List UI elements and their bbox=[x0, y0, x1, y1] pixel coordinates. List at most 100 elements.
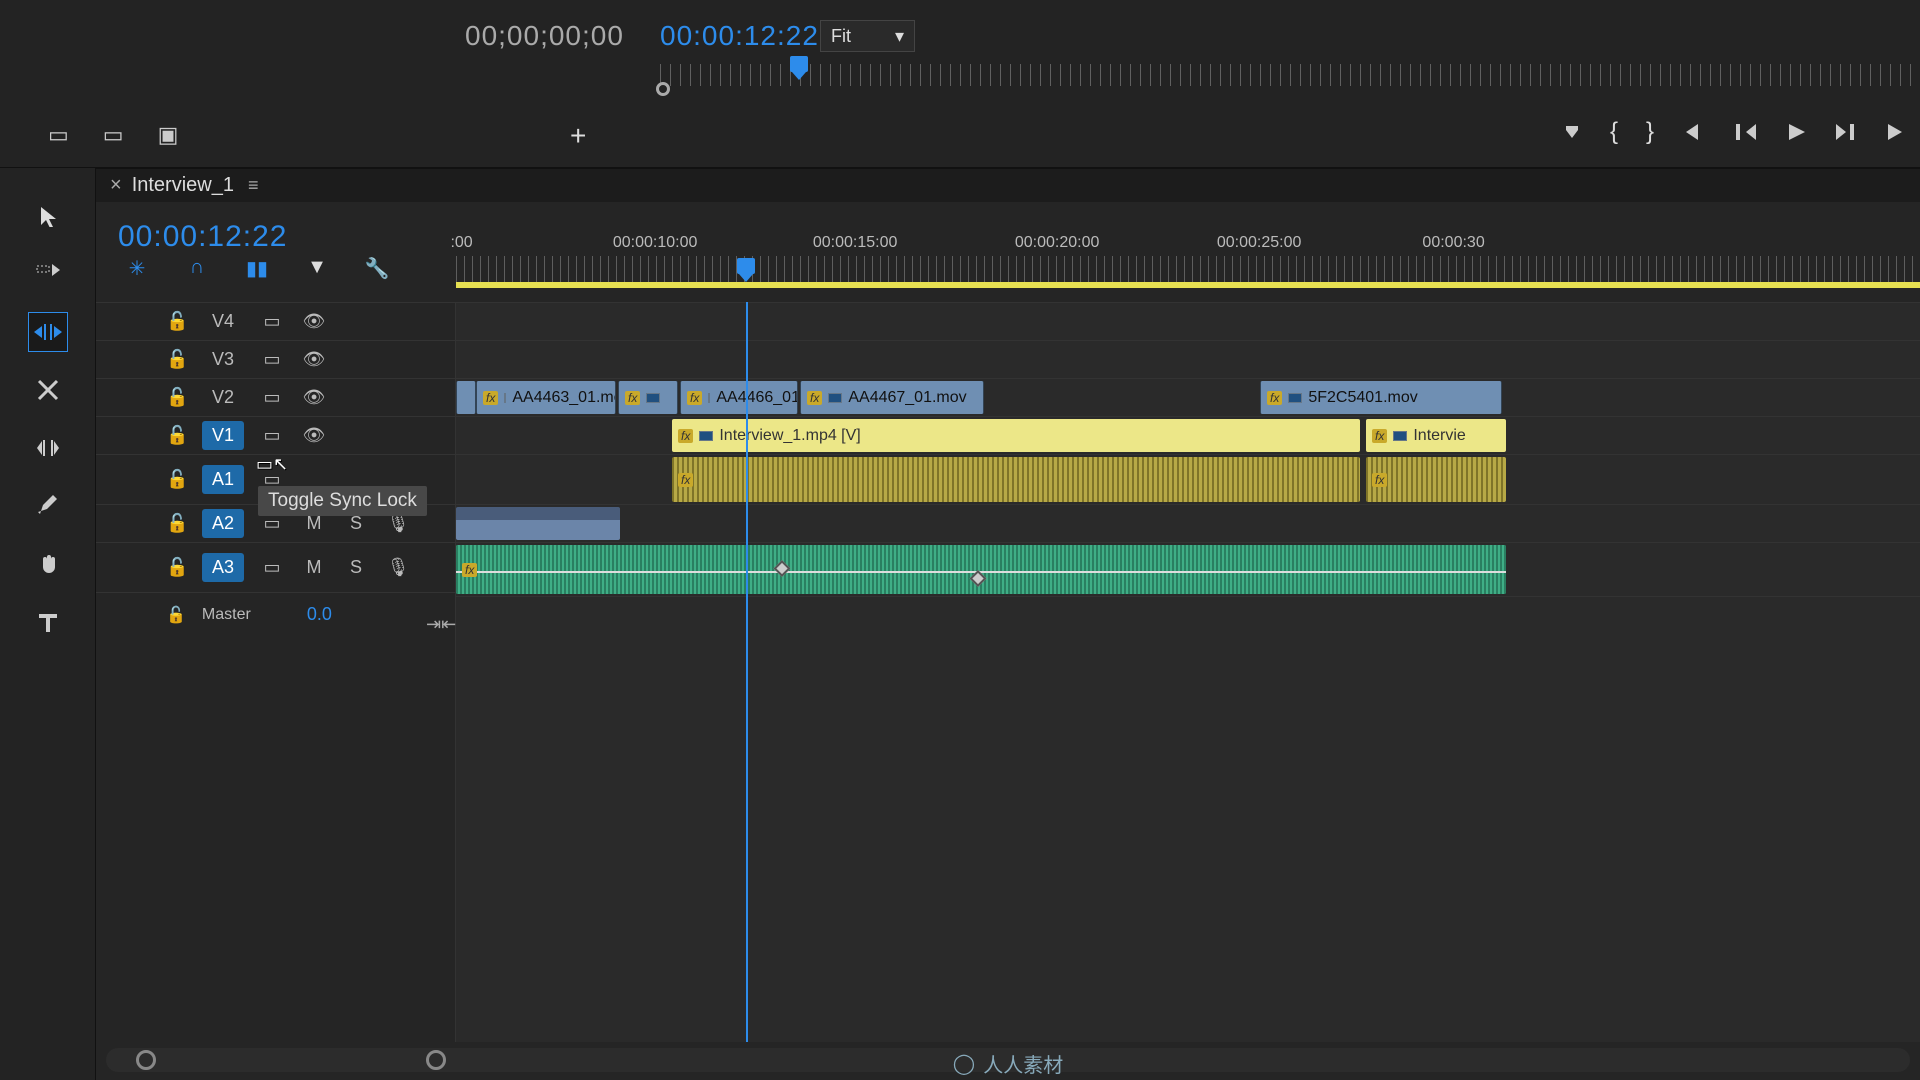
playhead-marker[interactable] bbox=[737, 258, 755, 274]
lock-icon[interactable]: 🔓 bbox=[166, 349, 188, 370]
pen-tool[interactable] bbox=[28, 486, 68, 526]
play-icon[interactable] bbox=[1786, 122, 1806, 142]
zoom-fit-dropdown[interactable]: Fit ▾ bbox=[820, 20, 915, 52]
snap-icon[interactable]: ✳ bbox=[122, 256, 152, 281]
lock-icon[interactable]: 🔓 bbox=[166, 387, 188, 408]
mute-button[interactable]: M bbox=[300, 557, 328, 578]
mute-button[interactable]: M bbox=[300, 513, 328, 534]
time-ruler[interactable]: :00 00:00:10:00 00:00:15:00 00:00:20:00 … bbox=[456, 234, 1920, 304]
lane-v4[interactable] bbox=[456, 302, 1920, 340]
go-to-in-icon[interactable] bbox=[1682, 122, 1706, 142]
video-clip[interactable]: fx AA4467_01.mov bbox=[800, 381, 984, 414]
ripple-edit-tool[interactable] bbox=[28, 312, 68, 352]
track-name[interactable]: V3 bbox=[202, 345, 244, 374]
video-clip[interactable]: fx Intervie bbox=[1366, 419, 1506, 452]
sync-lock-icon[interactable]: ▭ bbox=[258, 387, 286, 408]
collapse-tracks-icon[interactable]: ⇥⇤ bbox=[426, 614, 456, 635]
video-clip[interactable]: fx bbox=[618, 381, 678, 414]
lane-v3[interactable] bbox=[456, 340, 1920, 378]
track-a3-header[interactable]: 🔓 A3 ▭ M S 🎙 bbox=[96, 542, 455, 592]
lane-a3[interactable]: fx bbox=[456, 542, 1920, 596]
lock-icon[interactable]: 🔓 bbox=[166, 513, 188, 534]
timeline-timecode[interactable]: 00:00:12:22 bbox=[118, 220, 287, 254]
linked-selection-icon[interactable]: ∩ bbox=[182, 256, 212, 281]
lane-master[interactable] bbox=[456, 596, 1920, 640]
video-clip[interactable]: fx AA4463_01.mo bbox=[476, 381, 616, 414]
track-name[interactable]: V1 bbox=[202, 421, 244, 450]
go-to-out-icon[interactable] bbox=[1886, 122, 1910, 142]
out-bracket-icon[interactable]: } bbox=[1646, 118, 1654, 146]
track-v4-header[interactable]: 🔓 V4 ▭ 👁 bbox=[96, 302, 455, 340]
add-marker-button[interactable]: + bbox=[570, 120, 586, 152]
sequence-name[interactable]: Interview_1 bbox=[132, 174, 234, 197]
lock-icon[interactable]: 🔓 bbox=[166, 469, 188, 490]
add-marker-icon[interactable]: ▮▮ bbox=[242, 256, 272, 281]
step-back-icon[interactable] bbox=[1734, 122, 1758, 142]
lane-v1[interactable]: fx Interview_1.mp4 [V] fx Intervie bbox=[456, 416, 1920, 454]
lane-v2[interactable]: fx AA4463_01.mo fx fx AA4466_01. fx bbox=[456, 378, 1920, 416]
track-name[interactable]: A1 bbox=[202, 465, 244, 494]
slip-tool[interactable] bbox=[28, 428, 68, 468]
timeline-header: 00:00:12:22 ✳ ∩ ▮▮ ▼ 🔧 :00 00:00:10:00 0… bbox=[96, 202, 1920, 302]
selection-tool[interactable] bbox=[28, 196, 68, 236]
mark-in-icon[interactable] bbox=[1562, 122, 1582, 142]
lock-icon[interactable]: 🔓 bbox=[166, 425, 188, 446]
program-zoom-handle[interactable] bbox=[656, 82, 670, 96]
track-v2-header[interactable]: 🔓 V2 ▭ 👁 bbox=[96, 378, 455, 416]
audio-clip[interactable]: fx bbox=[1366, 457, 1506, 502]
video-clip[interactable]: fx 5F2C5401.mov bbox=[1260, 381, 1502, 414]
razor-tool[interactable] bbox=[28, 370, 68, 410]
sync-lock-icon[interactable]: ▭ bbox=[258, 311, 286, 332]
sync-lock-icon[interactable]: ▭ bbox=[258, 349, 286, 370]
export-frame-icon[interactable]: ▣ bbox=[158, 122, 179, 148]
video-clip[interactable]: fx AA4466_01. bbox=[680, 381, 798, 414]
track-name[interactable]: V2 bbox=[202, 383, 244, 412]
track-v3-header[interactable]: 🔓 V3 ▭ 👁 bbox=[96, 340, 455, 378]
master-volume[interactable]: 0.0 bbox=[307, 604, 332, 625]
audio-clip[interactable] bbox=[456, 507, 620, 540]
track-name[interactable]: V4 bbox=[202, 307, 244, 336]
master-track-header[interactable]: 🔓 Master 0.0 bbox=[96, 592, 455, 636]
program-zoom-ruler[interactable] bbox=[660, 64, 1920, 86]
panel-menu-icon[interactable]: ≡ bbox=[248, 175, 259, 196]
solo-button[interactable]: S bbox=[342, 557, 370, 578]
sync-lock-icon[interactable]: ▭ bbox=[258, 557, 286, 578]
track-name[interactable]: A2 bbox=[202, 509, 244, 538]
solo-button[interactable]: S bbox=[342, 513, 370, 534]
scroll-handle-left[interactable] bbox=[136, 1050, 156, 1070]
track-name[interactable]: A3 bbox=[202, 553, 244, 582]
work-area-bar[interactable] bbox=[456, 282, 1920, 288]
track-v1-header[interactable]: 🔓 V1 ▭ 👁 bbox=[96, 416, 455, 454]
scroll-handle-right[interactable] bbox=[426, 1050, 446, 1070]
lock-icon[interactable]: 🔓 bbox=[166, 557, 188, 578]
track-content[interactable]: fx AA4463_01.mo fx fx AA4466_01. fx bbox=[456, 302, 1920, 1042]
step-fwd-icon[interactable] bbox=[1834, 122, 1858, 142]
eye-icon[interactable]: 👁 bbox=[300, 425, 328, 446]
in-bracket-icon[interactable]: { bbox=[1610, 118, 1618, 146]
voiceover-icon[interactable]: 🎙 bbox=[384, 557, 412, 578]
settings-icon[interactable]: 🔧 bbox=[362, 256, 392, 281]
voiceover-icon[interactable]: 🎙 bbox=[384, 513, 412, 534]
eye-icon[interactable]: 👁 bbox=[300, 311, 328, 332]
audio-clip[interactable]: fx bbox=[456, 545, 1506, 594]
overwrite-icon[interactable]: ▭ bbox=[103, 122, 124, 148]
lane-a1[interactable]: fx fx bbox=[456, 454, 1920, 504]
video-clip[interactable] bbox=[456, 381, 476, 414]
lane-a2[interactable] bbox=[456, 504, 1920, 542]
marker-icon[interactable]: ▼ bbox=[302, 256, 332, 281]
playhead-line[interactable] bbox=[746, 302, 748, 1042]
sync-lock-icon[interactable]: ▭ bbox=[258, 513, 286, 534]
video-clip[interactable]: fx Interview_1.mp4 [V] bbox=[672, 419, 1360, 452]
hand-tool[interactable] bbox=[28, 544, 68, 584]
program-zoom-thumb[interactable] bbox=[790, 56, 808, 72]
lock-icon[interactable]: 🔓 bbox=[166, 311, 188, 332]
lock-icon[interactable]: 🔓 bbox=[166, 605, 186, 625]
eye-icon[interactable]: 👁 bbox=[300, 349, 328, 370]
close-tab-icon[interactable]: × bbox=[110, 174, 122, 197]
insert-icon[interactable]: ▭ bbox=[48, 122, 69, 148]
eye-icon[interactable]: 👁 bbox=[300, 387, 328, 408]
sync-lock-icon[interactable]: ▭ bbox=[258, 425, 286, 446]
audio-clip[interactable]: fx bbox=[672, 457, 1360, 502]
track-select-tool[interactable] bbox=[28, 254, 68, 294]
type-tool[interactable] bbox=[28, 602, 68, 642]
